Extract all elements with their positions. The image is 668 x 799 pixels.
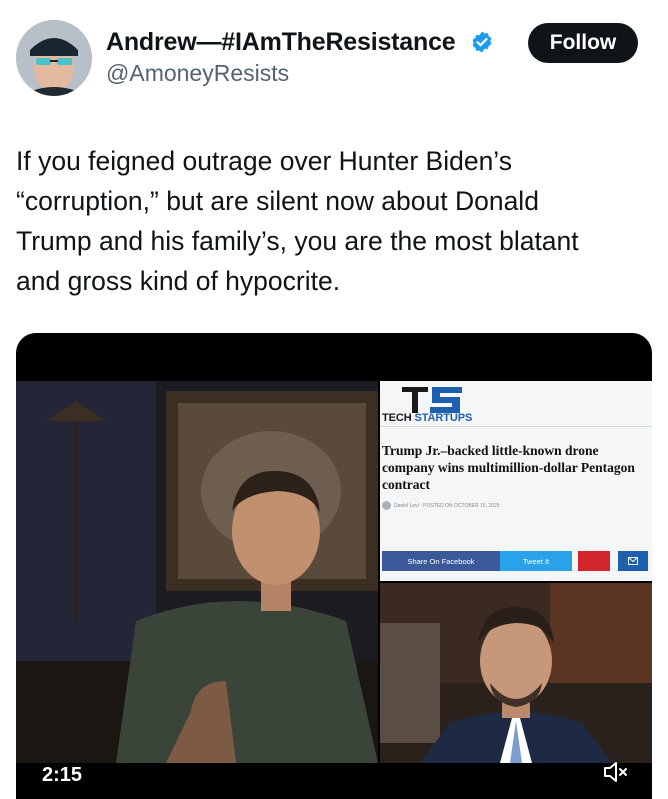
mute-icon[interactable]: [602, 759, 628, 785]
author-avatar-icon: [382, 501, 391, 510]
brand-prefix: TECH: [382, 412, 412, 424]
article-byline: Daniel Levi · POSTED ON OCTOBER 15, 2025: [394, 503, 500, 509]
video-player[interactable]: TECH STARTUPS Trump Jr.–backed little-kn…: [16, 333, 652, 799]
brand-suffix: STARTUPS: [414, 412, 473, 424]
video-right-frame: [380, 583, 652, 763]
share-row: Share On Facebook Tweet It: [382, 551, 650, 571]
video-left-frame: [16, 381, 378, 763]
handle[interactable]: @AmoneyResists: [106, 60, 289, 87]
email-share-button[interactable]: [618, 551, 648, 571]
ts-logo: [402, 387, 462, 413]
avatar[interactable]: [16, 20, 92, 96]
avatar-image: [16, 20, 92, 96]
verified-badge-icon: [472, 31, 492, 53]
publication-brand: TECH STARTUPS: [382, 412, 472, 424]
tweet-text: If you feigned outrage over Hunter Biden…: [16, 146, 579, 296]
article-screenshot: TECH STARTUPS Trump Jr.–backed little-kn…: [380, 381, 652, 581]
article-headline: Trump Jr.–backed little-known drone comp…: [382, 443, 635, 492]
video-inset-image: [380, 583, 652, 763]
video-timestamp: 2:15: [42, 764, 83, 786]
display-name[interactable]: Andrew—#IAmTheResistance: [106, 28, 456, 57]
follow-button[interactable]: Follow: [528, 23, 638, 63]
divider: [380, 426, 652, 427]
mail-icon: [628, 557, 638, 565]
tweet-it-button[interactable]: Tweet It: [500, 551, 572, 571]
video-scene-image: [16, 381, 378, 763]
share-facebook-button[interactable]: Share On Facebook: [382, 551, 500, 571]
pinterest-button[interactable]: [578, 551, 610, 571]
